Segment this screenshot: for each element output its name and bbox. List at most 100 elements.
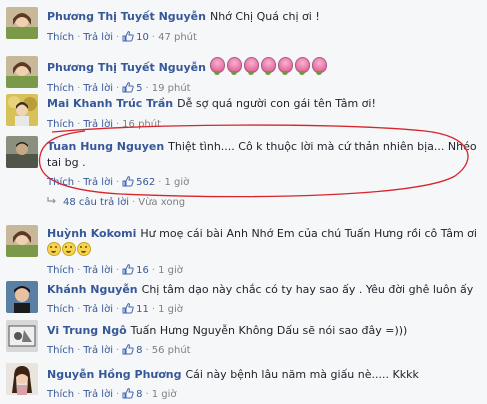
replies-time: Vừa xong <box>138 197 186 208</box>
comment-text: Hư moẹ cái bài Anh Nhớ Em của chú Tuấn H… <box>140 227 477 240</box>
separator: · <box>115 32 120 43</box>
avatar[interactable] <box>6 56 38 88</box>
avatar[interactable] <box>6 225 38 257</box>
comment-author[interactable]: Phương Thị Tuyết Nguyễn <box>47 10 206 23</box>
comment-author[interactable]: Phương Thị Tuyết Nguyễn <box>47 61 206 74</box>
like-thumb-icon <box>122 31 134 42</box>
view-replies-link[interactable]: 48 câu trả lời · Vừa xong <box>47 196 185 210</box>
avatar[interactable] <box>6 320 38 352</box>
like-thumb-icon <box>122 388 134 399</box>
avatar[interactable] <box>6 363 38 395</box>
pink-bud-emoji-icon <box>277 57 293 75</box>
separator: · <box>145 389 149 400</box>
comment-author[interactable]: Vi Trung Ngô <box>47 324 127 337</box>
separator: · <box>132 197 136 208</box>
separator: · <box>145 345 149 356</box>
separator: · <box>77 32 81 43</box>
comment-author[interactable]: Nguyễn Hồng Phương <box>47 368 182 381</box>
separator: · <box>151 32 156 43</box>
like-thumb-icon <box>122 82 134 93</box>
comment-text: Tuấn Hưng Nguyễn Không Dấu sẽ nói sao đâ… <box>130 324 408 337</box>
timestamp[interactable]: 19 phút <box>152 83 191 94</box>
avatar-photo <box>6 320 38 352</box>
reply-button[interactable]: Trả lời <box>83 345 113 356</box>
reply-button[interactable]: Trả lời <box>83 32 113 43</box>
timestamp[interactable]: 47 phút <box>158 32 197 43</box>
like-count[interactable]: 8 <box>136 389 142 400</box>
avatar-photo <box>6 94 38 126</box>
comment-author[interactable]: Huỳnh Kokomi <box>47 227 136 240</box>
timestamp[interactable]: 16 phút <box>122 119 161 130</box>
separator: · <box>77 345 81 356</box>
avatar-photo <box>6 281 38 313</box>
like-button[interactable]: Thích <box>47 304 74 315</box>
comment-text: Nhớ Chị Quá chị ơi ! <box>209 10 320 23</box>
separator: · <box>115 345 120 356</box>
like-thumb-icon <box>122 264 134 275</box>
like-button[interactable]: Thích <box>47 177 74 188</box>
reply-button[interactable]: Trả lời <box>83 304 113 315</box>
like-thumb-icon <box>122 344 134 355</box>
pink-bud-emoji-icon <box>209 57 225 75</box>
avatar[interactable] <box>6 94 38 126</box>
comment-text: Chị tâm dạo này chắc có ty hay sao ấy . … <box>141 283 474 296</box>
like-button[interactable]: Thích <box>47 265 74 276</box>
avatar-photo <box>6 7 38 39</box>
avatar[interactable] <box>6 136 38 168</box>
separator: · <box>77 119 81 130</box>
replies-count[interactable]: 48 câu trả lời <box>63 197 129 208</box>
reply-arrow-icon <box>47 197 56 204</box>
reply-button[interactable]: Trả lời <box>83 119 113 130</box>
separator: · <box>77 177 81 188</box>
comment-author[interactable]: Tuan Hung Nguyen <box>47 140 164 153</box>
like-button[interactable]: Thích <box>47 345 74 356</box>
separator: · <box>77 304 81 315</box>
avatar-photo <box>6 136 38 168</box>
separator: · <box>115 389 120 400</box>
avatar[interactable] <box>6 7 38 39</box>
avatar-photo <box>6 225 38 257</box>
like-count[interactable]: 11 <box>136 304 149 315</box>
comment-text: Dễ sợ quá người con gái tên Tâm ơi! <box>177 97 376 110</box>
avatar[interactable] <box>6 281 38 313</box>
timestamp[interactable]: 56 phút <box>152 345 191 356</box>
pink-bud-emoji-icon <box>226 57 242 75</box>
pink-bud-emoji-icon <box>260 57 276 75</box>
timestamp[interactable]: 1 giờ <box>164 177 189 188</box>
reply-button[interactable]: Trả lời <box>83 177 113 188</box>
pink-bud-emoji-icon <box>294 57 310 75</box>
pink-bud-emoji-icon <box>311 57 327 75</box>
like-count[interactable]: 562 <box>136 177 155 188</box>
separator: · <box>77 265 81 276</box>
reply-button[interactable]: Trả lời <box>83 389 113 400</box>
like-button[interactable]: Thích <box>47 32 74 43</box>
like-count[interactable]: 10 <box>136 32 149 43</box>
laughing-emoji-icon <box>47 242 61 256</box>
like-count[interactable]: 8 <box>136 345 142 356</box>
timestamp[interactable]: 1 giờ <box>158 304 183 315</box>
separator: · <box>151 265 156 276</box>
separator: · <box>145 83 149 94</box>
comment-text-continued: tai bg . <box>47 156 86 169</box>
reply-button[interactable]: Trả lời <box>83 83 113 94</box>
separator: · <box>115 119 120 130</box>
reply-button[interactable]: Trả lời <box>83 265 113 276</box>
avatar-photo <box>6 56 38 88</box>
comment-author[interactable]: Khánh Nguyễn <box>47 283 138 296</box>
separator: · <box>115 304 120 315</box>
like-count[interactable]: 5 <box>136 83 142 94</box>
like-button[interactable]: Thích <box>47 389 74 400</box>
comment-text: Cái này bệnh lâu năm mà giấu nè..... Kkk… <box>185 368 419 381</box>
separator: · <box>115 265 120 276</box>
like-count[interactable]: 16 <box>136 265 149 276</box>
timestamp[interactable]: 1 giờ <box>152 389 177 400</box>
separator: · <box>115 177 120 188</box>
laughing-emoji-icon <box>62 242 76 256</box>
pink-bud-emoji-icon <box>243 57 259 75</box>
like-button[interactable]: Thích <box>47 119 74 130</box>
comment-text: Thiệt tình.... Cô k thuộc lời mà cứ thản… <box>168 140 477 153</box>
timestamp[interactable]: 1 giờ <box>158 265 183 276</box>
separator: · <box>115 83 120 94</box>
comment-author[interactable]: Mai Khanh Trúc Trần <box>47 97 173 110</box>
like-button[interactable]: Thích <box>47 83 74 94</box>
